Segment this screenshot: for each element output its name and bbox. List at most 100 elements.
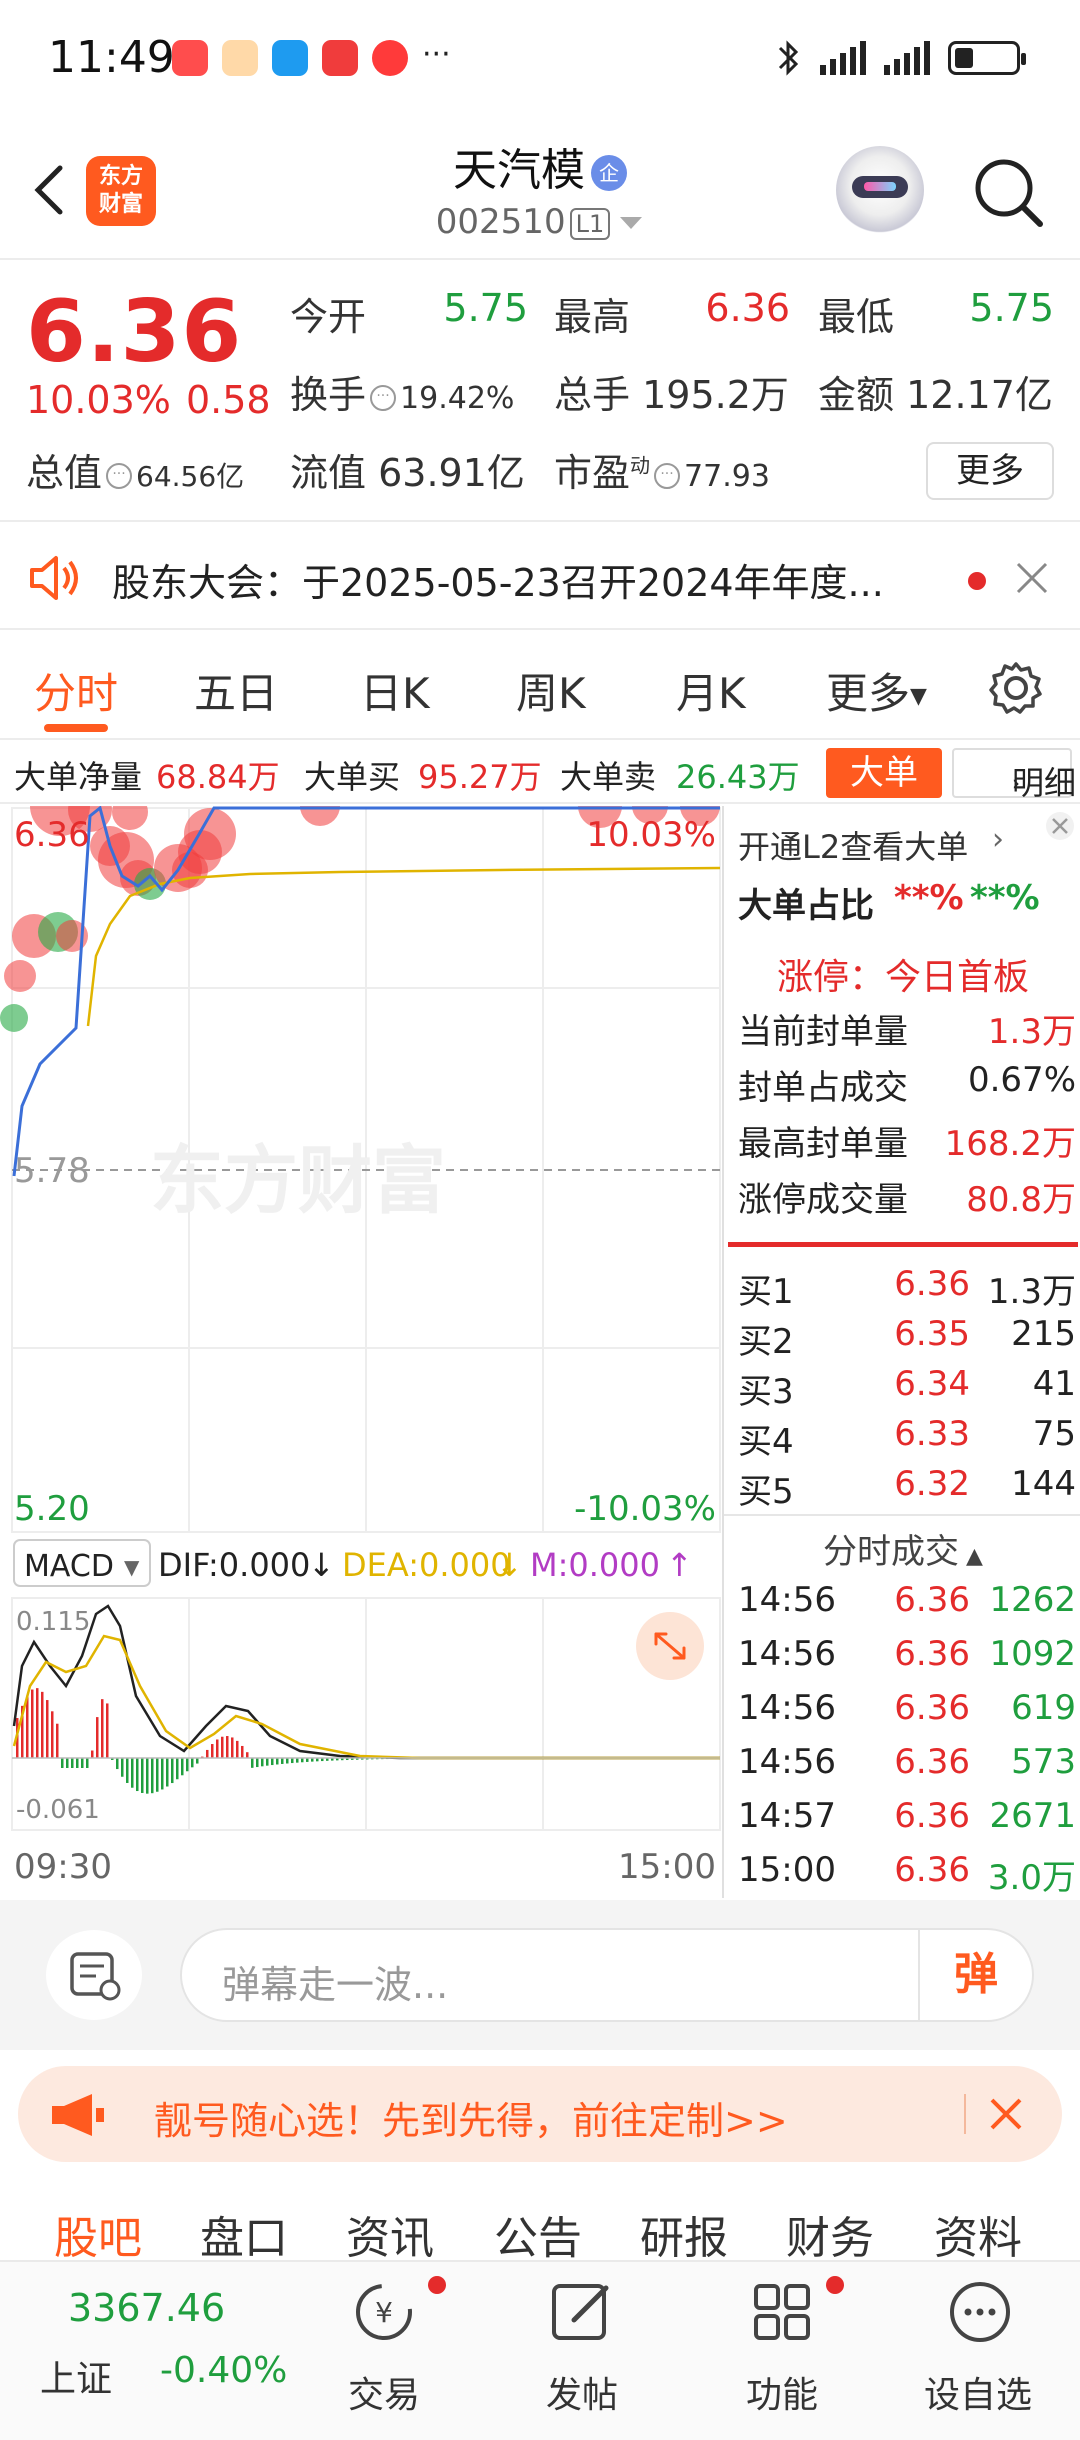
trade-price: 6.36 bbox=[894, 1580, 970, 1620]
tab-news[interactable]: 资讯 bbox=[346, 2202, 434, 2266]
trade-time: 14:56 bbox=[738, 1688, 836, 1728]
chart-grid bbox=[11, 807, 721, 1831]
active-tab-indicator bbox=[44, 724, 108, 732]
macd-bar bbox=[246, 1752, 249, 1758]
tab-five-day[interactable]: 五日 bbox=[194, 660, 278, 721]
nav-functions[interactable]: 功能 bbox=[746, 2366, 818, 2418]
post-icon[interactable] bbox=[544, 2274, 620, 2350]
info-icon: ··· bbox=[106, 462, 133, 489]
functions-icon[interactable] bbox=[744, 2274, 820, 2350]
add-watchlist-icon[interactable] bbox=[942, 2274, 1018, 2350]
dea-value: DEA:0.000 bbox=[342, 1546, 511, 1584]
macd-bar bbox=[156, 1758, 159, 1792]
macd-bar bbox=[236, 1740, 239, 1758]
tab-order-book[interactable]: 盘口 bbox=[200, 2202, 288, 2266]
trade-time: 14:56 bbox=[738, 1634, 836, 1674]
macd-bar bbox=[71, 1758, 74, 1768]
trade-price: 6.36 bbox=[894, 1850, 970, 1890]
macd-bar bbox=[211, 1744, 214, 1758]
close-icon[interactable] bbox=[1014, 560, 1050, 596]
macd-bar bbox=[266, 1758, 269, 1766]
danmu-input[interactable]: 弹幕走一波... 弹 bbox=[180, 1928, 1034, 2022]
trade-volume: 573 bbox=[1011, 1742, 1076, 1782]
macd-bar bbox=[31, 1689, 34, 1758]
nav-trade[interactable]: 交易 bbox=[348, 2366, 420, 2418]
macd-bar bbox=[76, 1758, 79, 1768]
detail-button[interactable]: 明细 › bbox=[952, 748, 1076, 802]
big-order-bubble bbox=[4, 960, 36, 992]
macd-bar bbox=[26, 1695, 29, 1758]
macd-bar bbox=[271, 1758, 274, 1766]
tab-announcements[interactable]: 公告 bbox=[494, 2202, 582, 2266]
promo-banner[interactable]: 靓号随心选！先到先得，前往定制>> bbox=[18, 2066, 1062, 2162]
tab-intraday[interactable]: 分时 bbox=[34, 660, 118, 721]
l2-link-text: 开通L2查看大单 bbox=[738, 828, 969, 866]
bid-volume: 1.3万 bbox=[987, 1272, 1076, 1312]
tab-more[interactable]: 更多▼ bbox=[826, 660, 927, 721]
tab-research[interactable]: 研报 bbox=[640, 2202, 728, 2266]
seal-label: 当前封单量 bbox=[738, 1012, 908, 1052]
change-percent: 10.03% bbox=[26, 378, 171, 422]
macd-bar bbox=[161, 1758, 164, 1790]
close-icon[interactable] bbox=[986, 2094, 1026, 2134]
stock-code: 002510 bbox=[435, 202, 566, 242]
current-price: 6.36 bbox=[26, 282, 243, 382]
macd-caret-icon: ▼ bbox=[124, 1555, 140, 1579]
macd-bar bbox=[61, 1758, 64, 1768]
danmu-send-button[interactable]: 弹 bbox=[918, 1930, 1032, 2020]
macd-bar bbox=[251, 1758, 254, 1768]
turnover-value: 19.42% bbox=[400, 381, 515, 416]
index-change[interactable]: -0.40% bbox=[160, 2350, 287, 2391]
danmu-settings-icon bbox=[70, 1952, 121, 2001]
assistant-avatar[interactable] bbox=[836, 146, 924, 234]
bid-price: 6.33 bbox=[894, 1414, 970, 1454]
macd-bar bbox=[221, 1736, 224, 1758]
macd-bar bbox=[131, 1758, 134, 1788]
total-value[interactable]: 总值 ··· 64.56亿 bbox=[26, 442, 244, 497]
pe-value: 77.93 bbox=[684, 459, 770, 494]
search-icon[interactable] bbox=[970, 154, 1046, 230]
trades-title[interactable]: 分时成交 ▲ bbox=[724, 1524, 1080, 1573]
tab-forum[interactable]: 股吧 bbox=[54, 2202, 142, 2266]
nav-post[interactable]: 发帖 bbox=[546, 2366, 618, 2418]
chevron-right-icon: › bbox=[1012, 771, 1020, 795]
trade-volume: 1092 bbox=[989, 1634, 1076, 1674]
intraday-chart-svg: 东方财富 6.36 10.03% 5.78 5.20 -10.03% MACD … bbox=[0, 806, 721, 1887]
index-value[interactable]: 3367.46 bbox=[68, 2286, 225, 2330]
big-order-button[interactable]: 大单 bbox=[826, 748, 942, 798]
m-value: M:0.000 bbox=[530, 1546, 660, 1584]
promo-text: 靓号随心选！先到先得，前往定制>> bbox=[154, 2099, 788, 2143]
svg-text:¥: ¥ bbox=[375, 2296, 393, 2329]
danmu-settings-button[interactable] bbox=[46, 1930, 142, 2020]
notice-bar[interactable]: 股东大会：于2025-05-23召开2024年年度... bbox=[0, 526, 1080, 630]
pe-field[interactable]: 市盈动 ··· 77.93 bbox=[554, 442, 770, 497]
index-name[interactable]: 上证 bbox=[40, 2350, 112, 2402]
macd-bar bbox=[261, 1758, 264, 1767]
macd-label: MACD bbox=[24, 1549, 114, 1584]
chevron-right-icon: › bbox=[992, 822, 1004, 857]
trade-icon[interactable]: ¥ bbox=[346, 2274, 422, 2350]
settings-icon[interactable] bbox=[986, 658, 1046, 718]
signal-2-icon bbox=[884, 41, 930, 75]
danmu-placeholder: 弹幕走一波... bbox=[222, 1963, 449, 2007]
macd-bar bbox=[216, 1739, 219, 1758]
info-icon: ··· bbox=[654, 462, 681, 489]
tab-finance[interactable]: 财务 bbox=[786, 2202, 874, 2266]
tab-profile[interactable]: 资料 bbox=[934, 2202, 1022, 2266]
nav-add-watchlist[interactable]: 设自选 bbox=[924, 2366, 1032, 2418]
tab-monthly-k[interactable]: 月K bbox=[676, 660, 746, 721]
tab-weekly-k[interactable]: 周K bbox=[516, 660, 586, 721]
intraday-chart[interactable]: 东方财富 6.36 10.03% 5.78 5.20 -10.03% MACD … bbox=[0, 806, 722, 1898]
macd-bar bbox=[36, 1688, 39, 1758]
trade-volume: 619 bbox=[1011, 1688, 1076, 1728]
trade-time: 14:56 bbox=[738, 1580, 836, 1620]
tab-daily-k[interactable]: 日K bbox=[360, 660, 430, 721]
price-bottom-label: 5.20 bbox=[14, 1489, 90, 1529]
open-field: 今开 5.75 bbox=[290, 286, 528, 341]
turnover-field[interactable]: 换手 ··· 19.42% bbox=[290, 364, 514, 419]
tab-more-label: 更多 bbox=[826, 669, 911, 718]
buy-label: 大单买 bbox=[304, 758, 401, 796]
more-button[interactable]: 更多 bbox=[926, 442, 1054, 500]
macd-bar bbox=[51, 1711, 54, 1758]
close-icon[interactable] bbox=[1044, 810, 1076, 842]
